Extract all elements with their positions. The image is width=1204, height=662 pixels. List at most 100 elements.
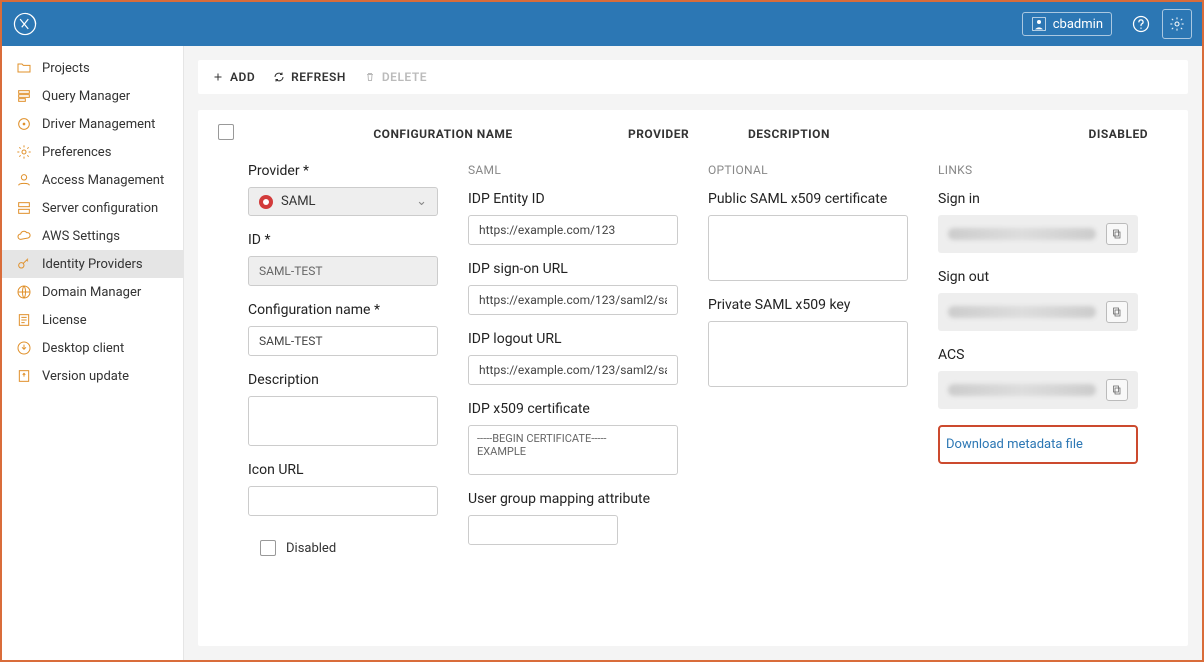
user-group-label: User group mapping attribute [468,491,678,507]
signout-url-blurred [948,306,1096,318]
id-field[interactable] [248,256,438,286]
main-content: ADD REFRESH DELETE CONFIGURATION NAME PR… [184,46,1202,660]
refresh-icon [273,71,285,83]
sidebar-item-label: License [42,313,87,328]
icon-url-label: Icon URL [248,462,438,478]
description-field[interactable] [248,396,438,446]
acs-url-blurred [948,384,1096,396]
app-logo[interactable] [12,11,38,37]
sidebar-item-access-management[interactable]: Access Management [2,166,183,194]
driver-icon [16,116,32,132]
config-name-label: Configuration name * [248,302,438,318]
sidebar-item-domain-manager[interactable]: Domain Manager [2,278,183,306]
idp-cert-label: IDP x509 certificate [468,401,678,417]
acs-label: ACS [938,347,1138,363]
key-icon [16,256,32,272]
provider-select[interactable]: SAML ⌄ [248,187,438,216]
download-metadata-highlight: Download metadata file [938,425,1138,464]
idp-signon-field[interactable] [468,285,678,315]
table-header-row: CONFIGURATION NAME PROVIDER DESCRIPTION … [198,110,1188,163]
disabled-checkbox[interactable] [260,540,276,556]
private-key-field[interactable] [708,321,908,387]
id-label: ID * [248,232,438,248]
idp-entity-field[interactable] [468,215,678,245]
download-metadata-link[interactable]: Download metadata file [944,429,1085,460]
saml-provider-icon [259,195,273,209]
sidebar-item-label: AWS Settings [42,229,120,244]
gear-icon [1169,16,1185,32]
signin-label: Sign in [938,191,1138,207]
user-chip[interactable]: cbadmin [1022,12,1112,36]
sidebar-item-identity-providers[interactable]: Identity Providers [2,250,183,278]
copy-signin-button[interactable] [1106,223,1128,245]
copy-acs-button[interactable] [1106,379,1128,401]
globe-icon [16,284,32,300]
help-icon [1131,14,1151,34]
idp-logout-field[interactable] [468,355,678,385]
copy-signout-button[interactable] [1106,301,1128,323]
username-label: cbadmin [1053,17,1103,32]
idp-cert-field[interactable]: -----BEGIN CERTIFICATE----- EXAMPLE [468,425,678,475]
provider-label: Provider * [248,163,438,179]
refresh-button[interactable]: REFRESH [273,70,346,84]
plus-icon [212,71,224,83]
sidebar-item-label: Domain Manager [42,285,141,300]
sidebar-item-label: Query Manager [42,89,130,104]
sidebar-item-aws-settings[interactable]: AWS Settings [2,222,183,250]
icon-url-field[interactable] [248,486,438,516]
sidebar: Projects Query Manager Driver Management… [2,46,184,660]
download-icon [16,340,32,356]
sidebar-item-label: Server configuration [42,201,158,216]
sidebar-item-server-configuration[interactable]: Server configuration [2,194,183,222]
cloud-icon [16,228,32,244]
settings-button[interactable] [1162,9,1192,39]
sidebar-item-label: Desktop client [42,341,124,356]
optional-section-header: OPTIONAL [708,163,908,177]
public-cert-field[interactable] [708,215,908,281]
toolbar: ADD REFRESH DELETE [198,60,1188,94]
sidebar-item-desktop-client[interactable]: Desktop client [2,334,183,362]
select-all-checkbox[interactable] [218,124,234,140]
sidebar-item-label: Version update [42,369,129,384]
config-name-field[interactable] [248,326,438,356]
signin-link-box [938,215,1138,253]
sidebar-item-version-update[interactable]: Version update [2,362,183,390]
add-button[interactable]: ADD [212,70,255,84]
links-section-header: LINKS [938,163,1138,177]
license-icon [16,312,32,328]
public-cert-label: Public SAML x509 certificate [708,191,908,207]
trash-icon [364,71,376,83]
sidebar-item-license[interactable]: License [2,306,183,334]
col-description: DESCRIPTION [748,127,948,141]
private-key-label: Private SAML x509 key [708,297,908,313]
idp-logout-label: IDP logout URL [468,331,678,347]
sidebar-item-label: Projects [42,61,90,76]
sidebar-item-label: Preferences [42,145,111,160]
top-header: cbadmin [2,2,1202,46]
sidebar-item-projects[interactable]: Projects [2,54,183,82]
idp-signon-label: IDP sign-on URL [468,261,678,277]
preferences-icon [16,144,32,160]
config-panel: CONFIGURATION NAME PROVIDER DESCRIPTION … [198,110,1188,646]
delete-button[interactable]: DELETE [364,70,427,84]
col-config-name: CONFIGURATION NAME [258,127,628,141]
chevron-down-icon: ⌄ [416,194,427,209]
user-icon [1031,16,1047,32]
copy-icon [1111,384,1123,396]
idp-entity-label: IDP Entity ID [468,191,678,207]
col-disabled: DISABLED [948,127,1168,141]
acs-link-box [938,371,1138,409]
signout-link-box [938,293,1138,331]
disabled-label: Disabled [286,541,336,556]
sidebar-item-driver-management[interactable]: Driver Management [2,110,183,138]
copy-icon [1111,306,1123,318]
sidebar-item-preferences[interactable]: Preferences [2,138,183,166]
folder-icon [16,60,32,76]
signout-label: Sign out [938,269,1138,285]
col-provider: PROVIDER [628,127,748,141]
sidebar-item-query-manager[interactable]: Query Manager [2,82,183,110]
help-button[interactable] [1126,9,1156,39]
sidebar-item-label: Identity Providers [42,257,143,272]
sidebar-item-label: Access Management [42,173,164,188]
user-group-field[interactable] [468,515,618,545]
